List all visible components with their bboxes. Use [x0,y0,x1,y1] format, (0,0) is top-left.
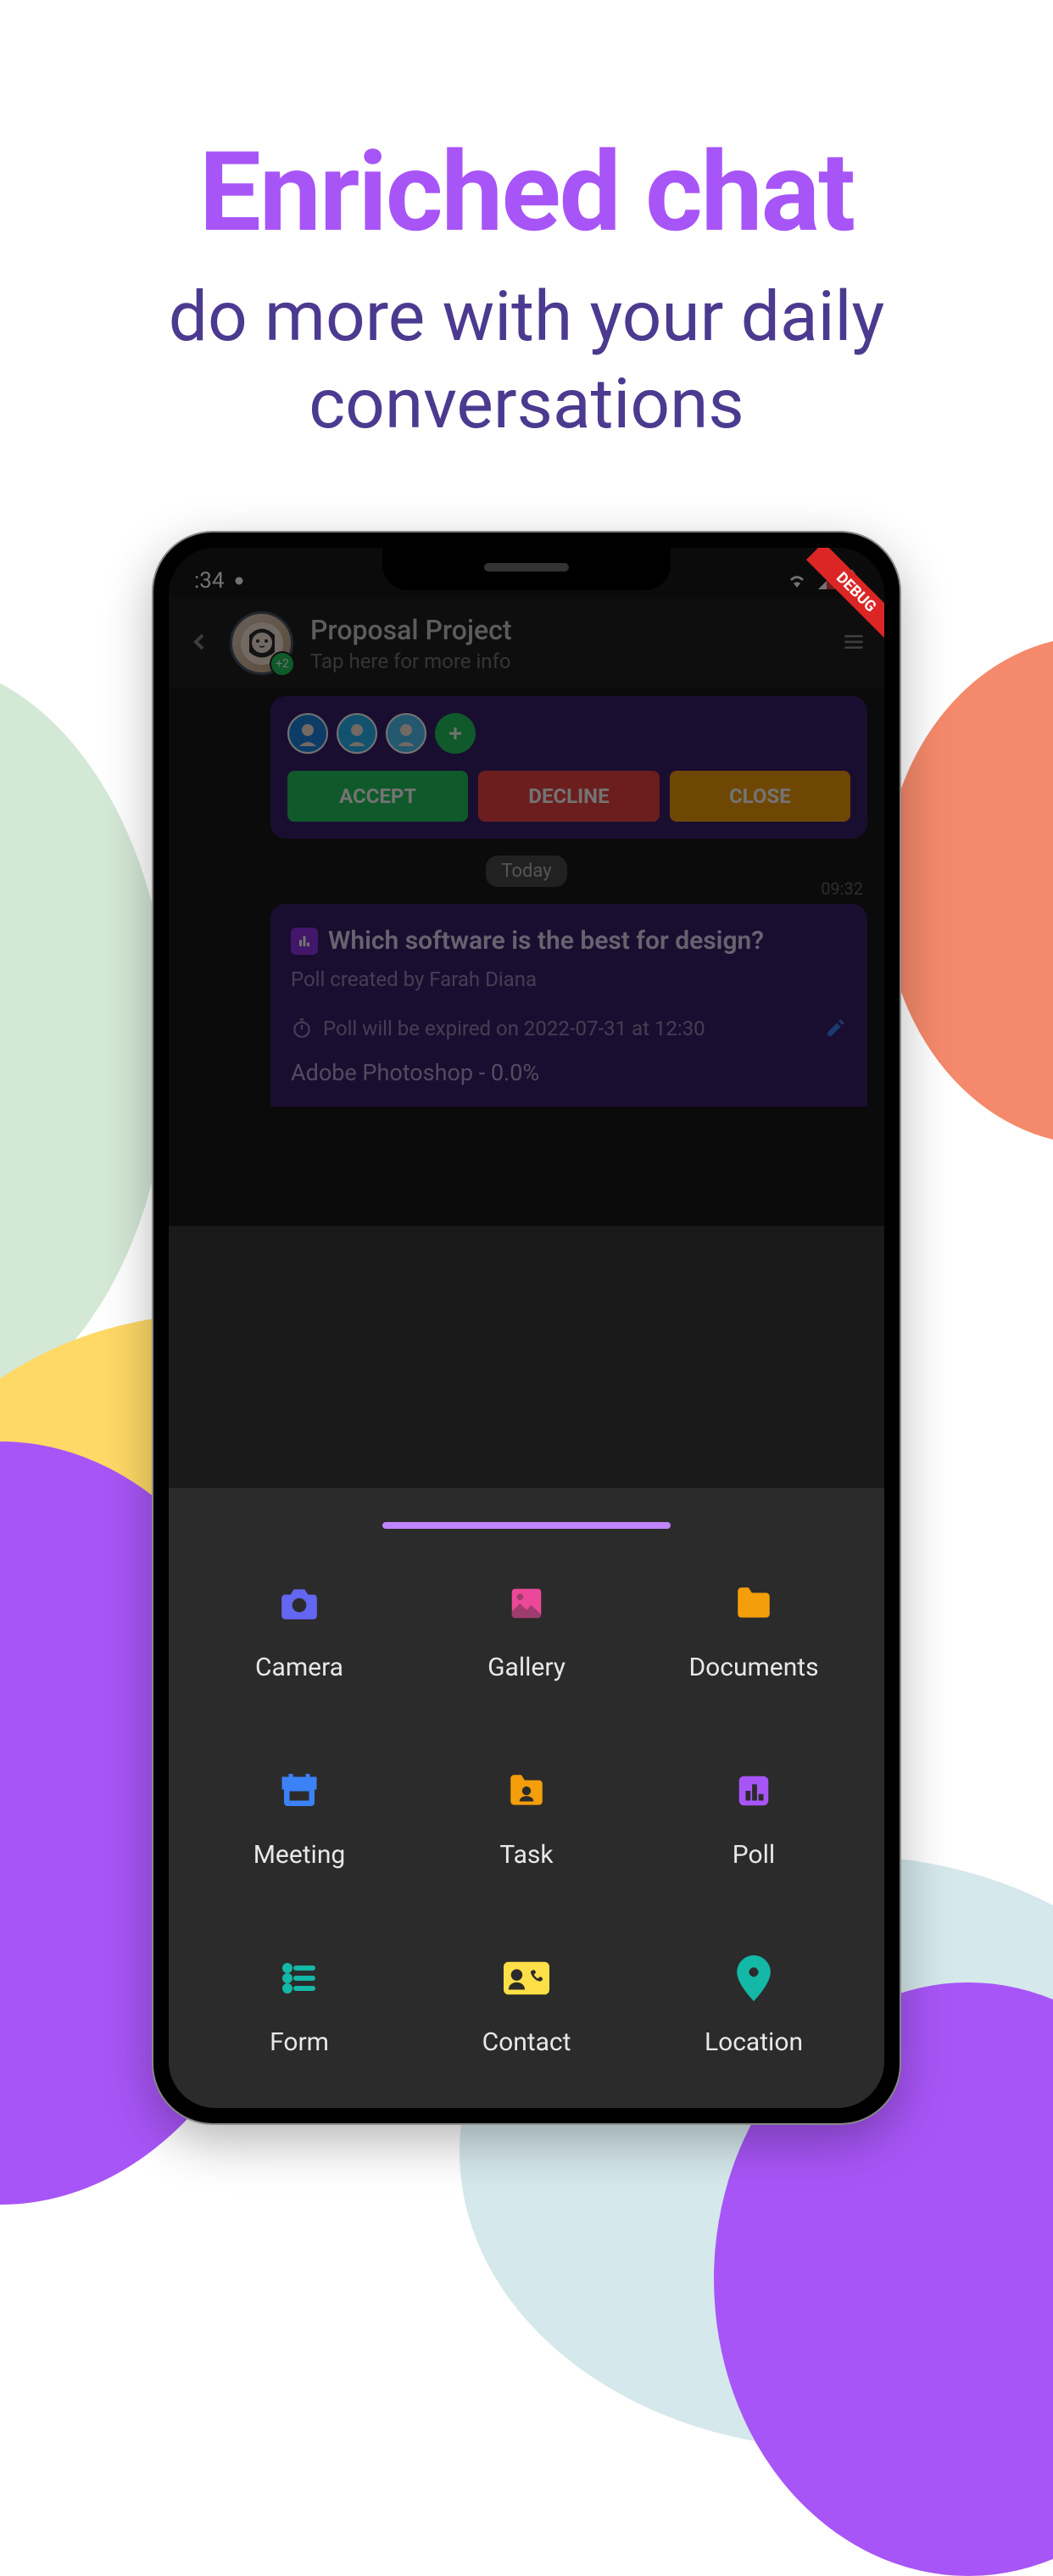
date-divider: Today [186,856,867,887]
date-badge: Today [486,856,566,887]
chat-subtitle: Tap here for more info [310,650,823,673]
poll-creator: Poll created by Farah Diana [291,967,847,991]
sheet-item-documents[interactable]: Documents [649,1580,859,1682]
sheet-item-form[interactable]: Form [194,1954,404,2057]
member-avatar[interactable] [386,713,426,754]
accept-button[interactable]: ACCEPT [287,771,468,822]
sheet-item-gallery[interactable]: Gallery [421,1580,632,1682]
member-avatar[interactable] [337,713,377,754]
chat-title: Proposal Project [310,614,823,646]
chat-avatar[interactable]: +2 [230,611,293,675]
message-timestamp: 09:32 [821,878,863,899]
promo-headline: Enriched chat do more with your daily co… [0,0,1053,448]
poll-card: 09:32 Which software is the best for des… [270,904,867,1107]
decline-button[interactable]: DECLINE [478,771,659,822]
chat-header-text[interactable]: Proposal Project Tap here for more info [310,614,823,673]
sheet-drag-handle[interactable] [382,1522,671,1529]
poll-expiry: Poll will be expired on 2022-07-31 at 12… [323,1017,815,1040]
sheet-item-camera[interactable]: Camera [194,1580,404,1682]
poll-icon [291,928,318,955]
attachment-sheet: Camera Gallery Documents Meeting Task Po… [169,1488,884,2108]
phone-notch [382,548,671,590]
sheet-item-label: Gallery [488,1653,566,1682]
sheet-item-label: Contact [482,2027,571,2057]
phone-frame: DEBUG :34 [153,532,900,2123]
sheet-item-label: Poll [733,1840,775,1870]
close-button[interactable]: CLOSE [670,771,850,822]
camera-icon [276,1580,323,1627]
bg-blob-orange [883,636,1053,1145]
contact-icon [503,1954,550,2002]
invite-actions: ACCEPT DECLINE CLOSE [287,771,850,822]
sheet-item-label: Form [270,2027,329,2057]
calendar-icon [276,1767,323,1815]
headline-subtitle: do more with your daily conversations [0,274,1053,448]
sheet-item-label: Location [705,2027,803,2057]
sheet-grid: Camera Gallery Documents Meeting Task Po… [194,1580,859,2057]
add-member-button[interactable] [435,713,476,754]
sheet-item-meeting[interactable]: Meeting [194,1767,404,1870]
poll-question: Which software is the best for design? [328,924,764,957]
chat-header: +2 Proposal Project Tap here for more in… [169,599,884,688]
member-avatar[interactable] [287,713,328,754]
chat-body: ACCEPT DECLINE CLOSE Today 09:32 Which s… [169,688,884,1115]
stopwatch-icon [291,1017,313,1042]
sheet-item-location[interactable]: Location [649,1954,859,2057]
avatar-count-badge: +2 [270,651,295,677]
back-icon[interactable] [186,628,213,659]
record-icon [231,573,247,588]
sheet-item-contact[interactable]: Contact [421,1954,632,2057]
invite-card: ACCEPT DECLINE CLOSE [270,696,867,839]
member-avatars [287,713,850,754]
poll-icon [730,1767,777,1815]
sheet-item-label: Camera [255,1653,343,1682]
pin-icon [730,1954,777,2002]
sheet-item-label: Task [499,1840,553,1870]
headline-title: Enriched chat [0,127,1053,257]
phone-screen: DEBUG :34 [169,548,884,2108]
sheet-item-label: Documents [688,1653,818,1682]
image-icon [503,1580,550,1627]
status-time: :34 [194,568,225,594]
poll-option[interactable]: Adobe Photoshop - 0.0% [291,1059,847,1086]
folder-icon [730,1580,777,1627]
wifi-icon [784,571,810,591]
folder-user-icon [503,1767,550,1815]
bg-blob-green [0,661,170,1425]
list-icon [276,1954,323,2002]
sheet-item-label: Meeting [254,1840,346,1870]
sheet-item-task[interactable]: Task [421,1767,632,1870]
sheet-item-poll[interactable]: Poll [649,1767,859,1870]
edit-icon[interactable] [825,1017,847,1042]
hamburger-icon[interactable] [840,628,867,659]
